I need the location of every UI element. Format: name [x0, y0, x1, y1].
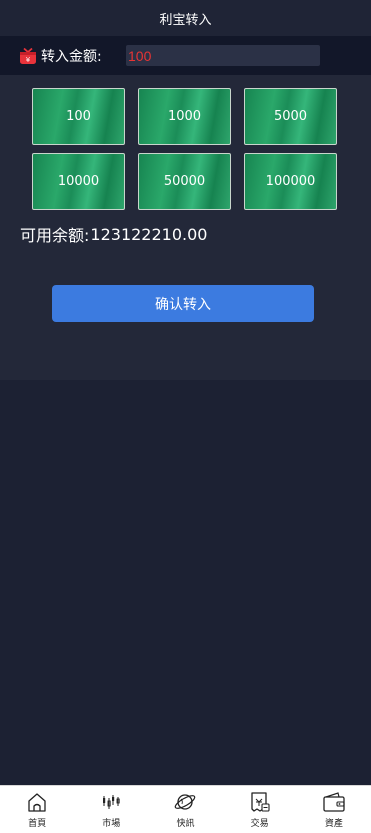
candlestick-icon	[99, 790, 123, 814]
tab-label: 資產	[324, 819, 343, 829]
tab-market[interactable]: 市場	[81, 790, 141, 829]
tab-label: 首頁	[28, 819, 47, 829]
preset-button-1000[interactable]: 1000	[138, 88, 231, 145]
tab-assets[interactable]: 資產	[304, 790, 364, 829]
preset-button-100000[interactable]: 100000	[244, 153, 337, 210]
gift-box-icon: ¥	[18, 46, 38, 66]
page: 利宝转入 ¥ 转入金额: 100 1000 5000 10000 50000 1…	[0, 0, 371, 833]
preset-button-100[interactable]: 100	[32, 88, 125, 145]
amount-row: ¥ 转入金额:	[0, 36, 371, 75]
amount-input[interactable]	[126, 45, 320, 66]
tab-news[interactable]: 快訊	[155, 790, 215, 829]
bottom-tab-bar: 首頁 市場 快訊 交易 資產	[0, 785, 371, 833]
tab-label: 交易	[250, 819, 269, 829]
tab-trade[interactable]: 交易	[230, 790, 290, 829]
planet-icon	[173, 790, 197, 814]
page-title: 利宝转入	[159, 12, 212, 28]
page-header: 利宝转入	[0, 0, 371, 36]
tab-label: 市場	[102, 819, 121, 829]
balance-label: 可用余额:	[20, 226, 90, 245]
confirm-transfer-button[interactable]: 确认转入	[52, 285, 314, 322]
preset-button-50000[interactable]: 50000	[138, 153, 231, 210]
wallet-icon	[322, 790, 346, 814]
preset-grid: 100 1000 5000 10000 50000 100000	[32, 88, 371, 210]
balance-row: 可用余额: 123122210.00	[20, 223, 371, 246]
tab-home[interactable]: 首頁	[7, 790, 67, 829]
balance-value: 123122210.00	[90, 224, 208, 244]
preset-button-5000[interactable]: 5000	[244, 88, 337, 145]
svg-text:¥: ¥	[26, 56, 31, 64]
tab-label: 快訊	[176, 819, 195, 829]
trade-receipt-icon	[248, 790, 272, 814]
home-icon	[25, 790, 49, 814]
amount-label: 转入金额:	[41, 48, 102, 65]
transfer-panel: 100 1000 5000 10000 50000 100000 可用余额: 1…	[0, 75, 371, 380]
preset-button-10000[interactable]: 10000	[32, 153, 125, 210]
